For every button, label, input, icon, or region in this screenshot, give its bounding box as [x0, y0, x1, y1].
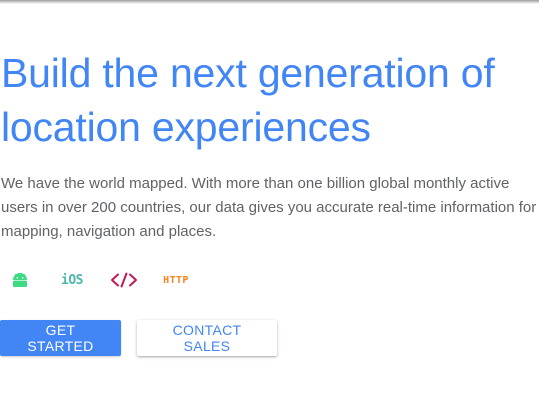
http-label: HTTP	[163, 274, 189, 286]
description-line-2: users in over 200 countries, our data gi…	[1, 199, 537, 216]
platform-icons: iOS HTTP	[0, 266, 539, 294]
ios-label: iOS	[61, 272, 83, 288]
description-line-3: mapping, navigation and places.	[1, 223, 217, 240]
description-line-1: We have the world mapped. With more than…	[1, 175, 510, 192]
code-icon[interactable]	[108, 266, 140, 294]
ios-icon[interactable]: iOS	[58, 266, 86, 294]
headline-line-1: Build the next generation of	[1, 50, 495, 96]
headline-line-2: location experiences	[1, 104, 371, 150]
hero-section: Build the next generation of location ex…	[0, 0, 539, 404]
page-title: Build the next generation of location ex…	[1, 46, 495, 154]
code-icon-graphic	[111, 272, 137, 288]
android-icon[interactable]	[10, 266, 30, 294]
hero-description: We have the world mapped. With more than…	[1, 172, 539, 244]
contact-sales-button[interactable]: CONTACT SALES	[137, 320, 277, 356]
get-started-button[interactable]: GET STARTED	[0, 320, 121, 356]
http-icon[interactable]: HTTP	[158, 266, 194, 294]
android-icon-graphic	[13, 273, 27, 287]
